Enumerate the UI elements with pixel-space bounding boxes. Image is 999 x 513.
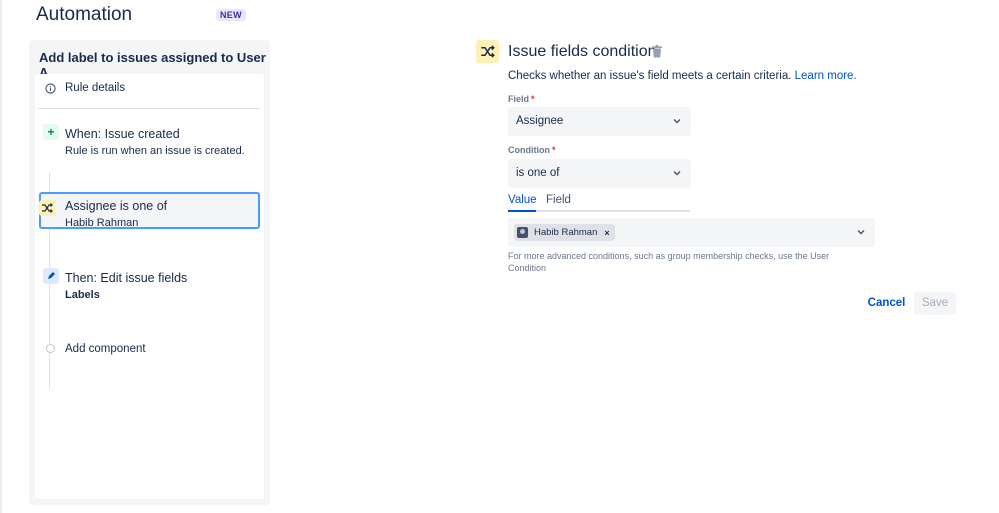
chevron-down-icon: [673, 171, 681, 176]
required-marker: *: [531, 94, 535, 104]
tab-value[interactable]: Value: [508, 194, 537, 206]
shuffle-icon: [476, 40, 499, 63]
rule-details-label: Rule details: [65, 82, 126, 94]
condition-select[interactable]: is one of: [508, 159, 691, 188]
rule-panel: Add label to issues assigned to User A R…: [29, 40, 270, 505]
trash-icon[interactable]: [651, 45, 663, 58]
cancel-button[interactable]: Cancel: [862, 292, 911, 315]
page-left-edge: [0, 0, 2, 513]
new-badge: NEW: [216, 9, 246, 21]
tab-active-indicator: [508, 210, 536, 212]
helper-text: For more advanced conditions, such as gr…: [508, 251, 830, 273]
remove-icon[interactable]: ×: [604, 228, 609, 238]
condition-select-value: is one of: [516, 167, 560, 179]
action-title: Then: Edit issue fields: [65, 271, 188, 285]
plus-icon: +: [43, 124, 59, 140]
chevron-down-icon: [673, 119, 681, 124]
condition-description: Checks whether an issue's field meets a …: [508, 70, 857, 82]
add-component-button[interactable]: Add component: [65, 343, 146, 355]
condition-subtitle: Habib Rahman: [65, 217, 139, 229]
tab-field[interactable]: Field: [546, 194, 571, 206]
condition-label: Condition *: [508, 145, 556, 155]
condition-title: Assignee is one of: [65, 199, 168, 213]
divider: [38, 108, 260, 109]
value-multiselect[interactable]: Habib Rahman ×: [508, 218, 875, 247]
page-title: Automation: [36, 4, 133, 25]
chevron-down-icon: [857, 230, 865, 235]
shuffle-icon: [39, 200, 55, 216]
field-select[interactable]: Assignee: [508, 107, 691, 136]
learn-more-link[interactable]: Learn more.: [795, 70, 857, 82]
field-label: Field *: [508, 94, 535, 104]
pencil-icon: [43, 268, 59, 284]
condition-panel-title: Issue fields condition: [508, 43, 657, 60]
value-chip-label: Habib Rahman: [534, 227, 598, 238]
save-button[interactable]: Save: [914, 292, 956, 315]
field-select-value: Assignee: [516, 115, 564, 127]
rule-details-item[interactable]: Rule details: [35, 74, 264, 108]
rule-components-card: Rule details + When: Issue created Rule …: [35, 74, 264, 499]
add-component-dot: [46, 344, 55, 353]
trigger-title: When: Issue created: [65, 127, 180, 141]
trigger-subtitle: Rule is run when an issue is created.: [65, 145, 245, 157]
avatar: [517, 227, 528, 238]
required-marker: *: [552, 145, 556, 155]
info-icon: [45, 83, 56, 94]
value-chip: Habib Rahman ×: [514, 224, 615, 241]
description-text: Checks whether an issue's field meets a …: [508, 70, 792, 82]
action-subtitle: Labels: [65, 289, 100, 301]
